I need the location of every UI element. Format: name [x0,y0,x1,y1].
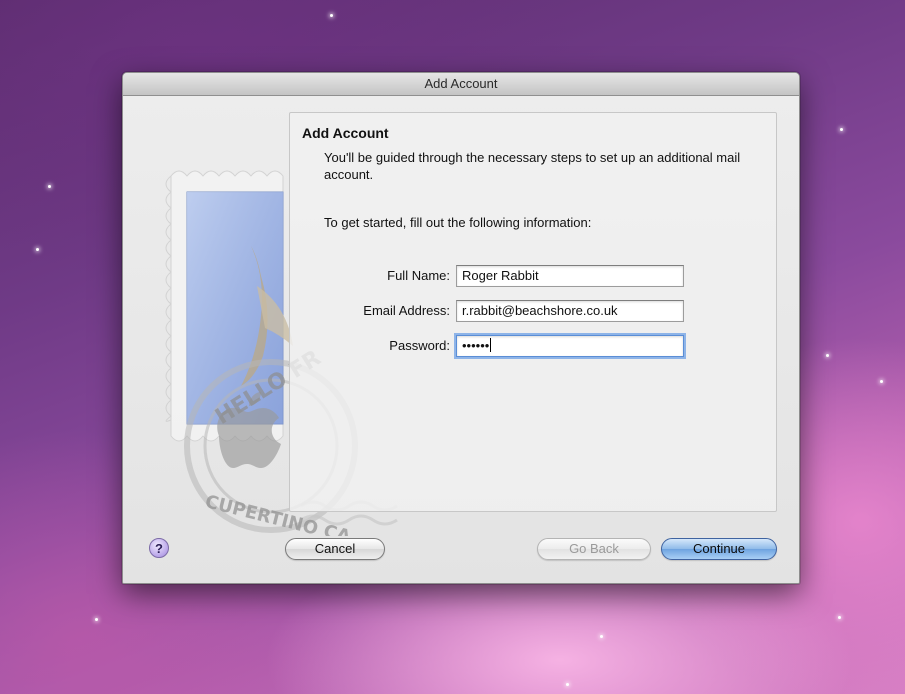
star [95,618,98,621]
text-caret [490,338,492,352]
star [840,128,843,131]
cancel-button[interactable]: Cancel [285,538,385,560]
content-panel: Add Account You'll be guided through the… [289,112,777,512]
star [600,635,603,638]
star [838,616,841,619]
window-title: Add Account [123,73,799,96]
password-label: Password: [389,338,450,353]
star [330,14,333,17]
go-back-button[interactable]: Go Back [537,538,651,560]
intro-text: You'll be guided through the necessary s… [324,150,741,182]
email-label: Email Address: [363,303,450,318]
password-value: •••••• [462,338,490,353]
star [826,354,829,357]
password-field[interactable]: •••••• [456,335,684,357]
star [880,380,883,383]
full-name-field[interactable]: Roger Rabbit [456,265,684,287]
continue-button[interactable]: Continue [661,538,777,560]
panel-title: Add Account [302,125,389,141]
email-field[interactable]: r.rabbit@beachshore.co.uk [456,300,684,322]
star [36,248,39,251]
add-account-dialog: Add Account HELLO FR CUPERTINO CA Add Ac… [122,72,800,584]
instruction-text: To get started, fill out the following i… [324,215,592,230]
dialog-body: HELLO FR CUPERTINO CA Add Account You'll… [123,96,799,583]
star [566,683,569,686]
full-name-label: Full Name: [387,268,450,283]
help-button[interactable]: ? [149,538,169,558]
star [48,185,51,188]
